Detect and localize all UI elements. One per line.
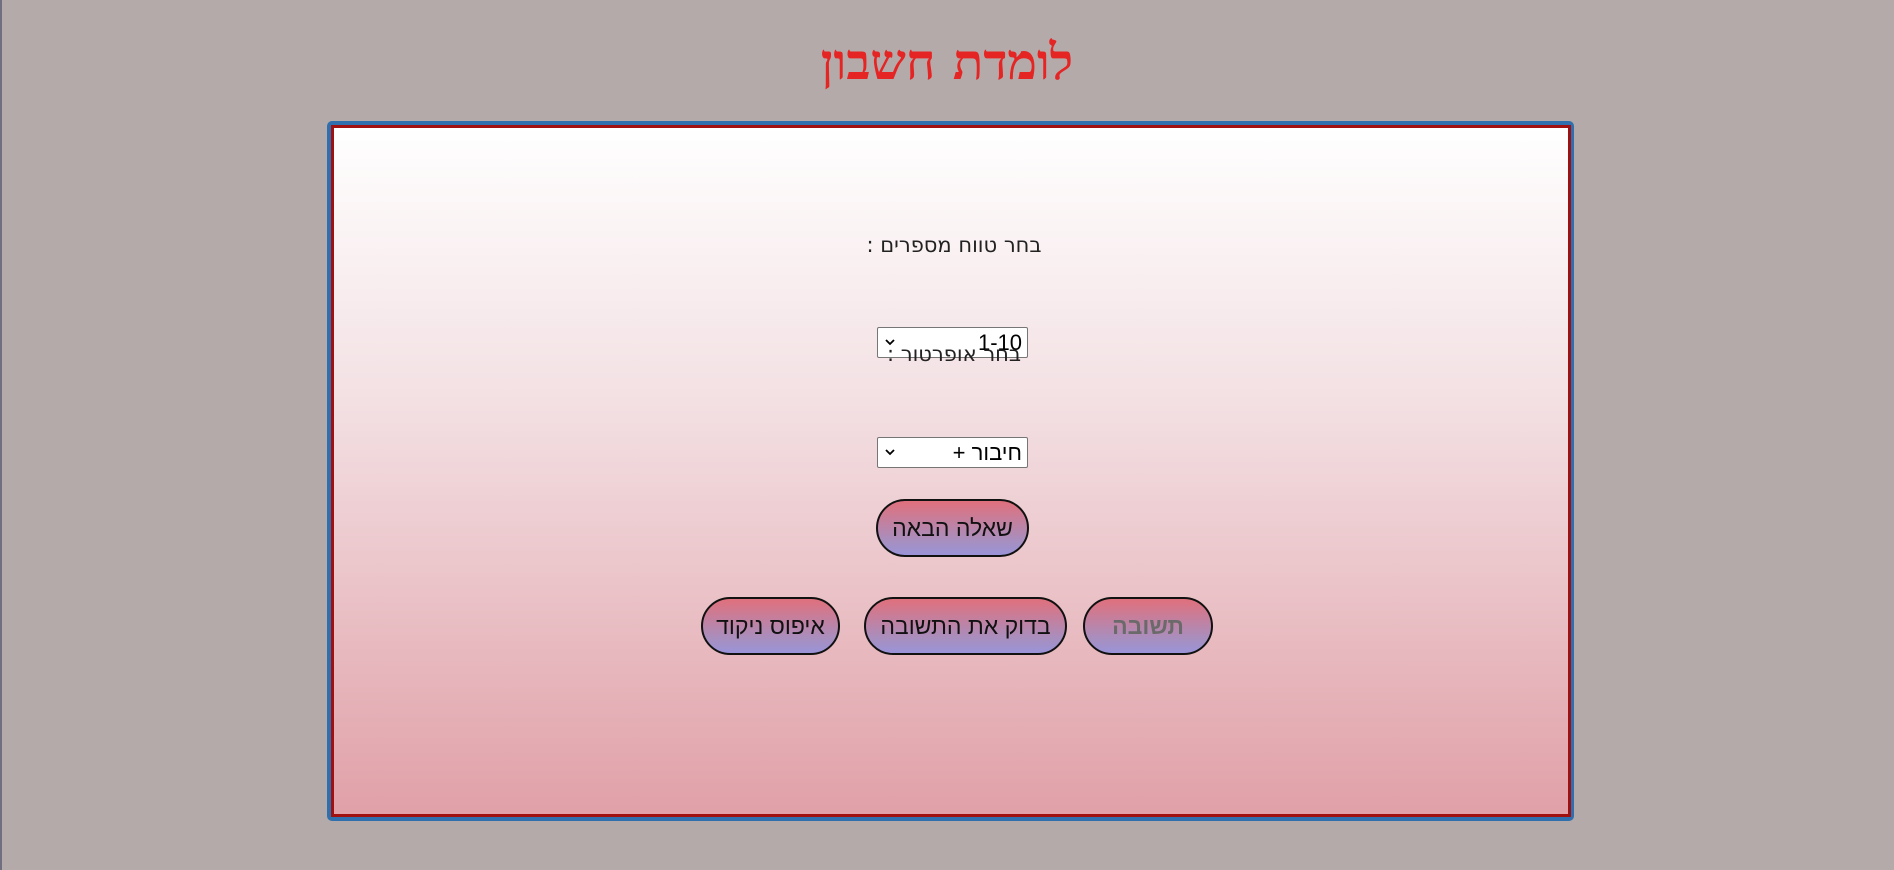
operator-select[interactable]: חיבור +: [877, 437, 1028, 468]
page-title: לומדת חשבון: [820, 32, 1074, 91]
next-question-button[interactable]: שאלה הבאה: [876, 499, 1029, 557]
quiz-card: בחר טווח מספרים : 1-10 בחר אופרטור : חיב…: [331, 125, 1571, 817]
operator-label: בחר אופרטור :: [886, 342, 1022, 366]
reset-score-button[interactable]: איפוס ניקוד: [701, 597, 840, 655]
chevron-down-icon: [885, 449, 895, 456]
range-label: בחר טווח מספרים :: [866, 233, 1042, 257]
operator-select-value: חיבור +: [952, 440, 1022, 465]
window-left-edge: [0, 0, 2, 870]
check-answer-button[interactable]: בדוק את התשובה: [864, 597, 1067, 655]
answer-button[interactable]: תשובה: [1083, 597, 1213, 655]
